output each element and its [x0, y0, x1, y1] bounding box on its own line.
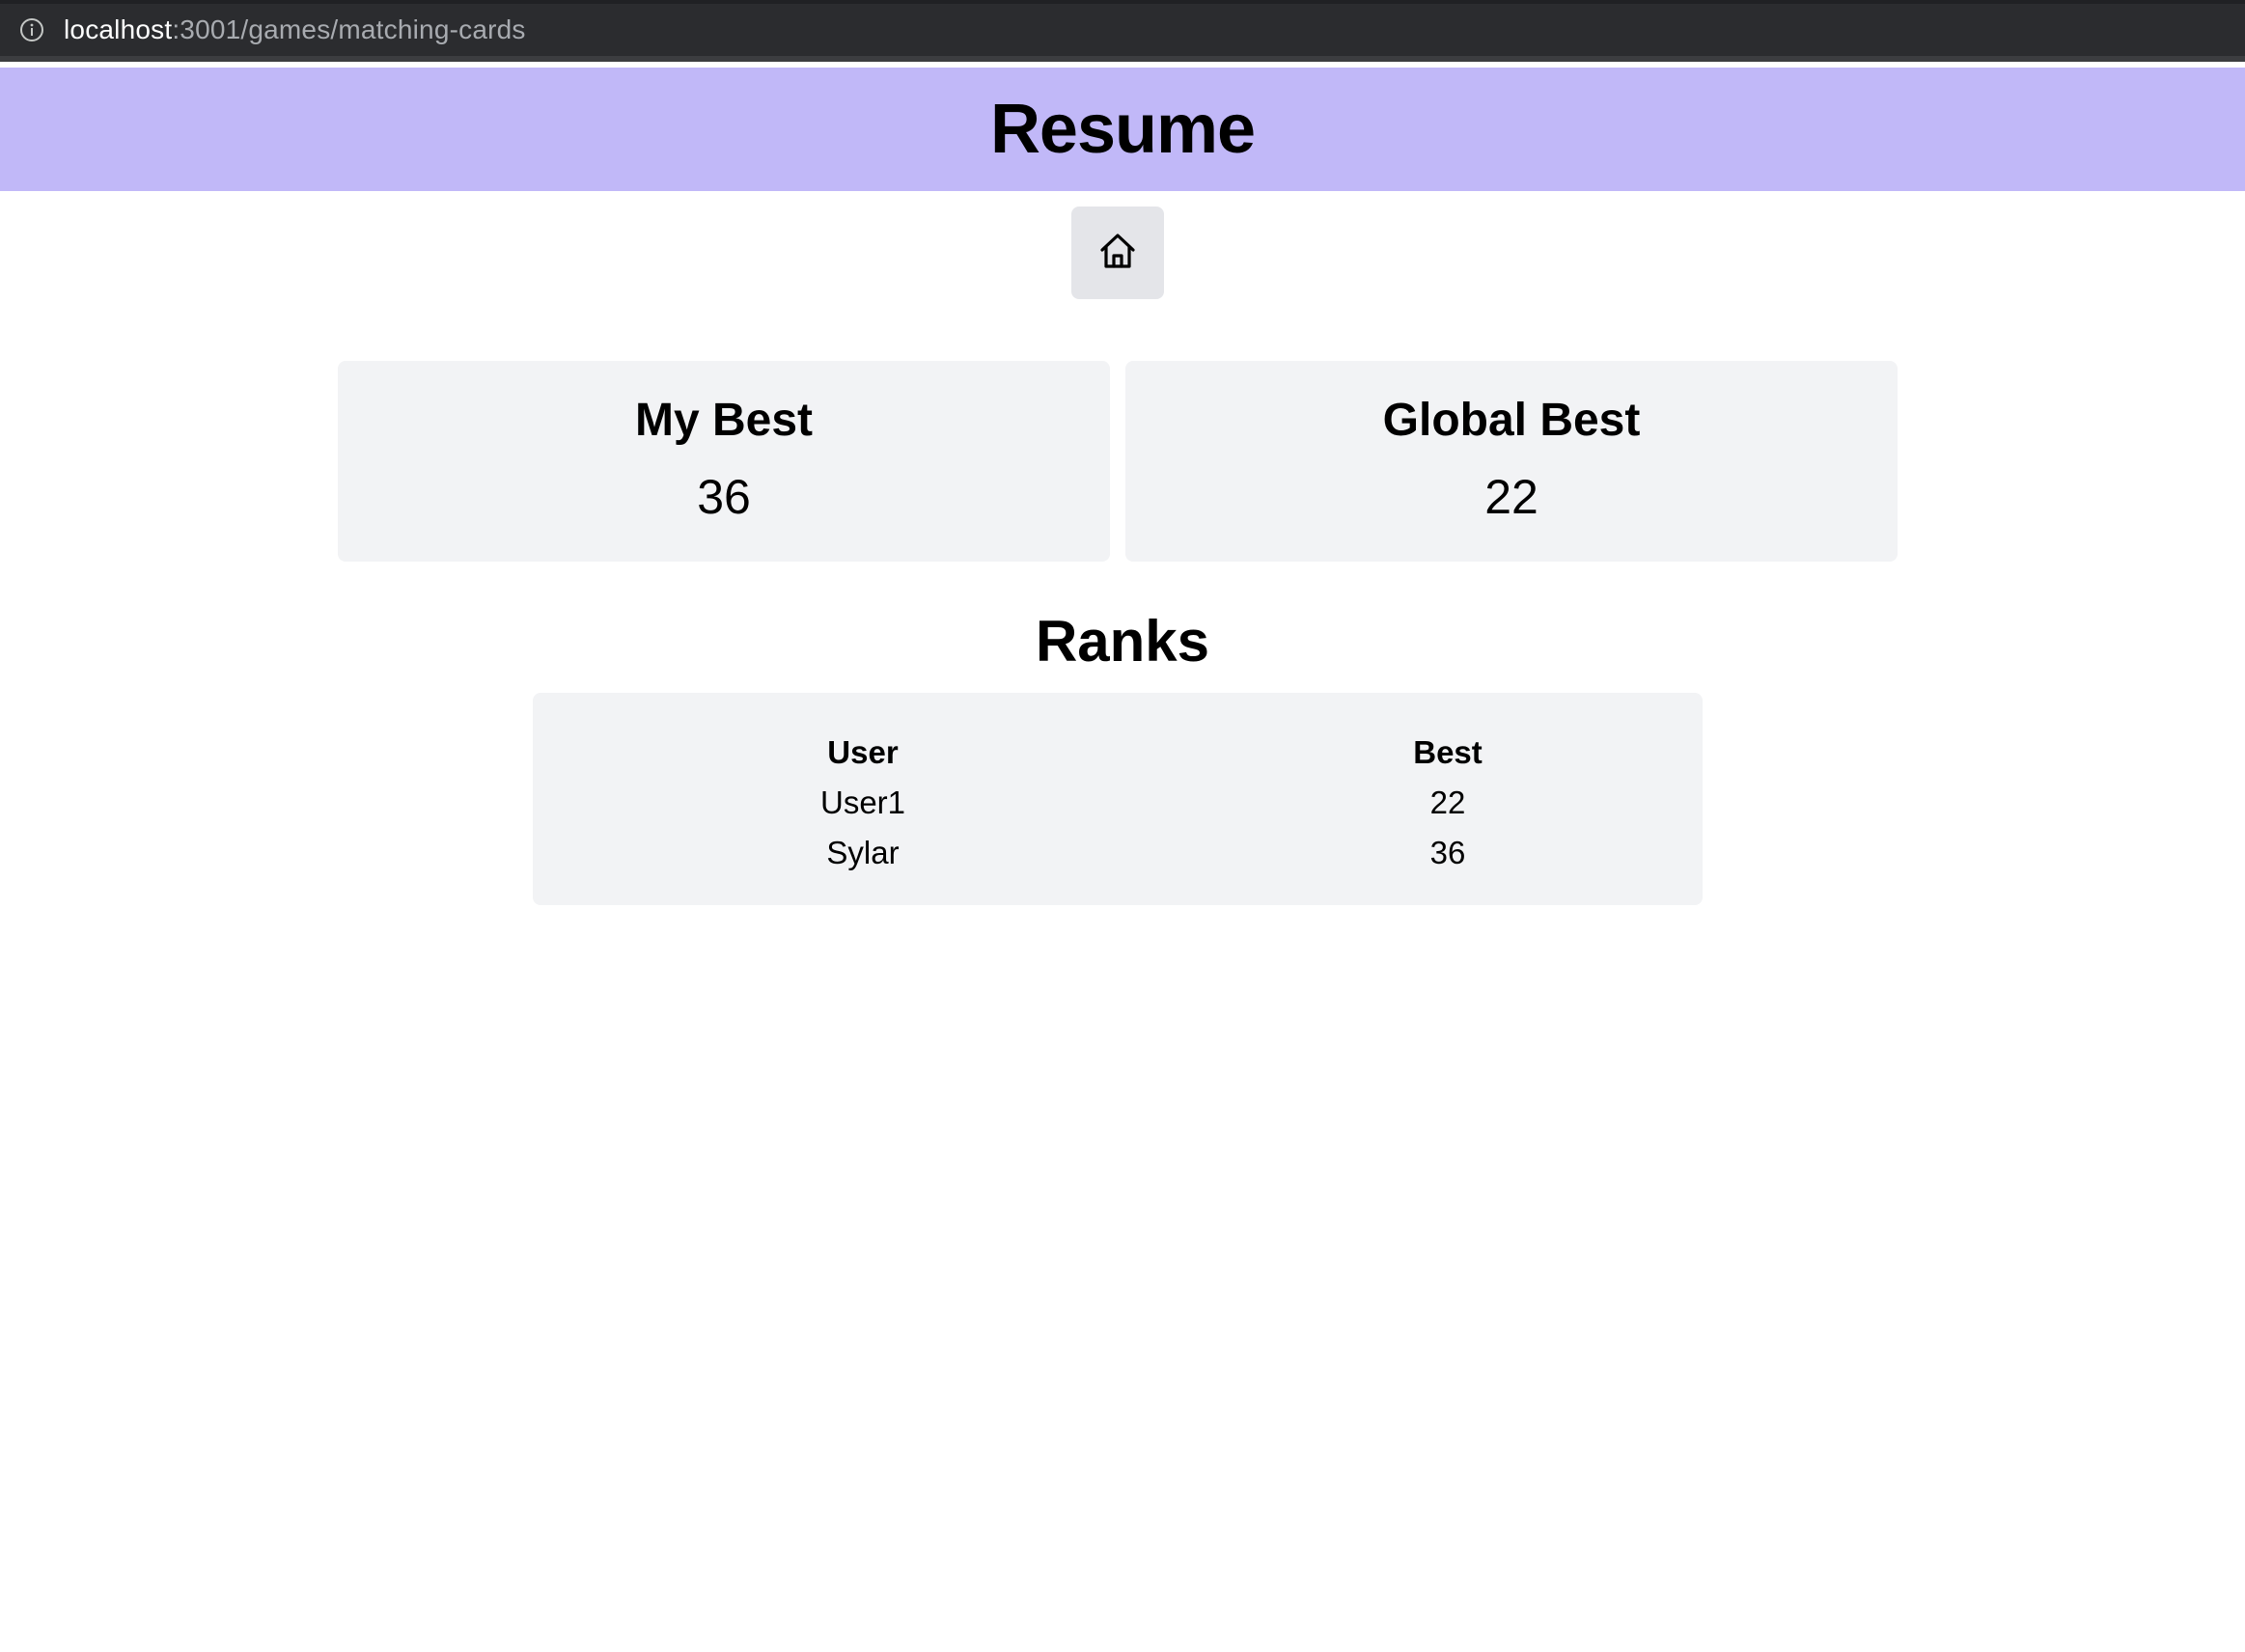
my-best-card: My Best 36 — [338, 361, 1110, 562]
cell-best: 36 — [1429, 835, 1466, 870]
page-title: Resume — [989, 91, 1256, 168]
cell-best: 22 — [1429, 785, 1466, 820]
home-button[interactable] — [1071, 206, 1164, 299]
cell-user: Sylar — [826, 835, 900, 870]
column-header-best: Best — [1413, 734, 1483, 770]
my-best-value: 36 — [697, 470, 751, 524]
info-icon[interactable] — [19, 17, 44, 42]
column-header-user: User — [827, 734, 899, 770]
ranks-table: User Best User1 22 Sylar 36 — [533, 728, 1703, 878]
table-header-row: User Best — [533, 728, 1703, 778]
header-banner: Resume — [0, 68, 2245, 191]
url-field[interactable]: localhost:3001/games/matching-cards — [0, 4, 2245, 56]
url-host: localhost — [64, 14, 173, 44]
url-text[interactable]: localhost:3001/games/matching-cards — [64, 14, 526, 45]
cell-user: User1 — [819, 785, 906, 820]
table-row: Sylar 36 — [533, 828, 1703, 878]
url-path: :3001/games/matching-cards — [172, 14, 526, 44]
global-best-value: 22 — [1484, 470, 1538, 524]
home-icon — [1096, 230, 1139, 277]
ranks-title: Ranks — [1035, 609, 1210, 674]
browser-address-bar: localhost:3001/games/matching-cards — [0, 0, 2245, 62]
table-row: User1 22 — [533, 778, 1703, 828]
ranks-panel: User Best User1 22 Sylar 36 — [533, 693, 1703, 905]
my-best-label: My Best — [634, 395, 814, 446]
global-best-label: Global Best — [1382, 395, 1641, 446]
global-best-card: Global Best 22 — [1125, 361, 1898, 562]
